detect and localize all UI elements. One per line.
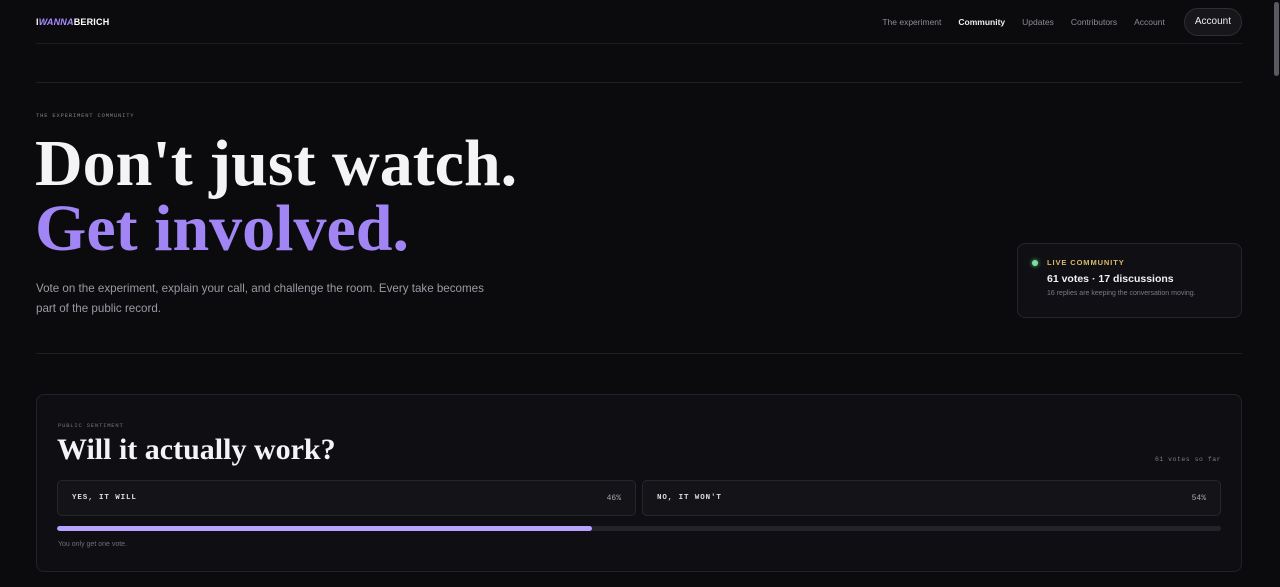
sentiment-progress-track [57,526,1221,531]
nav-link-account[interactable]: Account [1134,17,1165,27]
vote-yes-button[interactable]: YES, IT WILL 46% [57,480,636,516]
brand-logo[interactable]: I WANNA BERICH [36,17,109,27]
nav-link-contributors[interactable]: Contributors [1071,17,1117,27]
hero-lede: Vote on the experiment, explain your cal… [36,282,484,315]
vote-yes-percent: 46% [606,493,621,503]
nav-link-updates[interactable]: Updates [1022,17,1054,27]
sentiment-note: You only get one vote. [58,541,128,548]
divider [36,82,1242,83]
sentiment-title: Will it actually work? [57,433,336,466]
nav-link-community[interactable]: Community [958,17,1005,27]
live-community-label: LIVE COMMUNITY [1047,258,1125,267]
brand-logo-part3: BERICH [73,16,110,27]
page-scrollbar[interactable] [1272,0,1280,587]
hero-eyebrow: THE EXPERIMENT COMMUNITY [36,112,135,119]
hero-headline-line1: Don't just watch. [35,127,518,200]
vote-no-button[interactable]: NO, IT WON'T 54% [642,480,1221,516]
sentiment-progress-fill [57,526,593,531]
nav-link-the-experiment[interactable]: The experiment [882,17,941,27]
live-status-dot-icon [1032,259,1038,266]
divider [36,353,1242,354]
brand-logo-part2: WANNA [38,16,74,27]
sentiment-eyebrow: PUBLIC SENTIMENT [58,422,124,429]
hero-headline-line2: Get involved. [35,192,409,265]
live-community-counts: 61 votes · 17 discussions [1047,273,1174,285]
live-community-card: LIVE COMMUNITY 61 votes · 17 discussions… [1017,243,1242,318]
top-nav: I WANNA BERICH The experiment Community … [36,0,1242,44]
vote-no-percent: 54% [1191,493,1206,503]
page-scrollbar-thumb[interactable] [1274,2,1279,76]
main-nav: The experiment Community Updates Contrib… [882,7,1242,36]
sentiment-vote-count: 61 votes so far [1154,456,1221,463]
public-sentiment-card: PUBLIC SENTIMENT Will it actually work? … [36,394,1242,572]
account-button[interactable]: Account [1183,7,1242,36]
live-community-subtext: 16 replies are keeping the conversation … [1047,290,1196,297]
page: I WANNA BERICH The experiment Community … [0,0,1280,587]
vote-yes-label: YES, IT WILL [72,494,137,502]
vote-no-label: NO, IT WON'T [657,494,722,502]
